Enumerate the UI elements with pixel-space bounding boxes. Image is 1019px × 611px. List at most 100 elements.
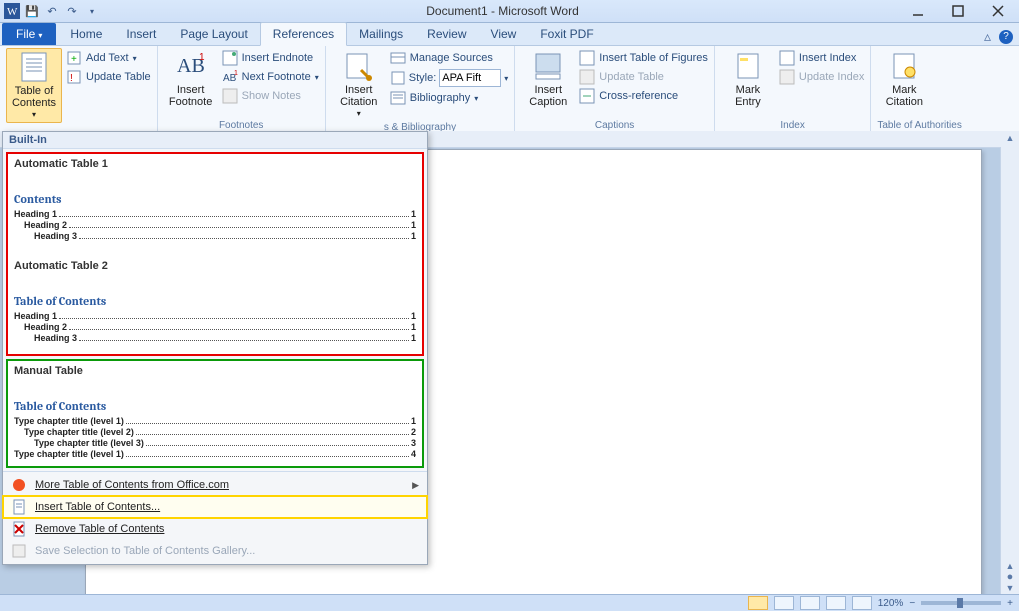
qat-dropdown-icon[interactable]: ▾ — [84, 3, 100, 19]
group-label-captions: Captions — [521, 119, 708, 131]
svg-text:1: 1 — [199, 52, 205, 63]
zoom-in-button[interactable]: + — [1007, 598, 1013, 609]
title-bar: W 💾 ↶ ↷ ▾ Document1 - Microsoft Word — [0, 0, 1019, 23]
group-label-footnotes: Footnotes — [164, 119, 319, 131]
group-label-toa: Table of Authorities — [877, 119, 962, 131]
save-icon[interactable]: 💾 — [24, 3, 40, 19]
toc-builtin-automatic: Automatic Table 1 Contents Heading 11Hea… — [6, 152, 424, 356]
toc-preview-line: Type chapter title (level 1)4 — [14, 449, 416, 459]
remove-icon — [11, 521, 27, 537]
document-icon — [11, 499, 27, 515]
insert-table-of-figures-button[interactable]: Insert Table of Figures — [579, 50, 708, 66]
cross-reference-button[interactable]: Cross-reference — [579, 88, 708, 104]
tab-review[interactable]: Review — [415, 23, 478, 45]
insert-caption-button[interactable]: Insert Caption — [521, 48, 575, 110]
submenu-arrow-icon: ▶ — [412, 480, 419, 491]
toc-preview-line: Heading 31 — [14, 333, 416, 343]
toc-insert-button[interactable]: Insert Table of Contents... — [3, 496, 427, 518]
tab-view[interactable]: View — [479, 23, 529, 45]
update-captions-table-button: Update Table — [579, 69, 708, 85]
svg-text:W: W — [7, 6, 18, 18]
window-controls — [905, 3, 1015, 19]
group-footnotes: AB1 Insert Footnote Insert Endnote AB1Ne… — [158, 46, 326, 132]
save-selection-icon — [11, 543, 27, 559]
view-outline-button[interactable] — [826, 596, 846, 610]
ribbon-tabs: File▾ Home Insert Page Layout References… — [0, 23, 1019, 46]
office-icon — [11, 477, 27, 493]
help-icon[interactable]: ? — [999, 30, 1013, 44]
style-input[interactable] — [439, 69, 501, 87]
toc-menu: More Table of Contents from Office.com ▶… — [3, 471, 427, 564]
view-draft-button[interactable] — [852, 596, 872, 610]
tab-mailings[interactable]: Mailings — [347, 23, 415, 45]
zoom-out-button[interactable]: − — [909, 598, 915, 609]
add-text-button[interactable]: +Add Text ▾ — [66, 50, 151, 66]
toc-preview-line: Heading 21 — [14, 220, 416, 230]
tab-page-layout[interactable]: Page Layout — [168, 23, 259, 45]
redo-icon[interactable]: ↷ — [64, 3, 80, 19]
view-print-layout-button[interactable] — [748, 596, 768, 610]
group-citations: Insert Citation▾ Manage Sources Style:▾ … — [326, 46, 516, 132]
tab-insert[interactable]: Insert — [114, 23, 168, 45]
insert-endnote-button[interactable]: Insert Endnote — [222, 50, 319, 66]
toc-preview-line: Type chapter title (level 3)3 — [14, 438, 416, 448]
ribbon: Table of Contents▾ +Add Text ▾ !Update T… — [0, 46, 1019, 133]
tab-home[interactable]: Home — [58, 23, 114, 45]
table-of-contents-button[interactable]: Table of Contents▾ — [6, 48, 62, 123]
toc-preview-line: Heading 11 — [14, 209, 416, 219]
close-button[interactable] — [985, 3, 1011, 19]
citation-style-select[interactable]: Style:▾ — [390, 69, 509, 87]
toc-option-auto1[interactable]: Automatic Table 1 Contents Heading 11Hea… — [14, 158, 416, 241]
quick-access-toolbar: W 💾 ↶ ↷ ▾ — [4, 3, 100, 19]
view-web-layout-button[interactable] — [800, 596, 820, 610]
insert-index-button[interactable]: Insert Index — [779, 50, 864, 66]
word-icon: W — [4, 3, 20, 19]
next-footnote-button[interactable]: AB1Next Footnote ▾ — [222, 69, 319, 85]
group-captions: Insert Caption Insert Table of Figures U… — [515, 46, 715, 132]
object-browse-up-icon[interactable]: ▲ — [1006, 561, 1015, 571]
toc-preview-line: Heading 21 — [14, 322, 416, 332]
toc-save-selection-button: Save Selection to Table of Contents Gall… — [3, 540, 427, 562]
tab-references[interactable]: References — [260, 22, 347, 46]
group-table-of-authorities: Mark Citation Table of Authorities — [871, 46, 968, 132]
minimize-ribbon-icon[interactable]: ▵ — [984, 28, 991, 45]
toc-option-manual[interactable]: Manual Table Table of Contents Type chap… — [6, 359, 424, 468]
update-table-button[interactable]: !Update Table — [66, 69, 151, 85]
svg-text:+: + — [71, 54, 77, 65]
toc-gallery-dropdown: Built-In Automatic Table 1 Contents Head… — [2, 131, 428, 565]
group-index: Mark Entry Insert Index Update Index Ind… — [715, 46, 871, 132]
toc-preview-line: Heading 31 — [14, 231, 416, 241]
window-title: Document1 - Microsoft Word — [100, 4, 905, 18]
toc-option-auto2[interactable]: Automatic Table 2 Table of Contents Head… — [14, 260, 416, 343]
toc-preview-line: Type chapter title (level 1)1 — [14, 416, 416, 426]
group-label-index: Index — [721, 119, 864, 131]
mark-citation-button[interactable]: Mark Citation — [877, 48, 931, 110]
show-notes-button: Show Notes — [222, 88, 319, 104]
bibliography-button[interactable]: Bibliography ▾ — [390, 90, 509, 106]
scroll-up-icon[interactable]: ▲ — [1006, 133, 1015, 143]
tab-file[interactable]: File▾ — [2, 23, 56, 45]
object-browse-icon[interactable]: ● — [1007, 571, 1014, 583]
toc-preview-line: Type chapter title (level 2)2 — [14, 427, 416, 437]
minimize-button[interactable] — [905, 3, 931, 19]
toc-more-office-button[interactable]: More Table of Contents from Office.com ▶ — [3, 474, 427, 496]
zoom-slider[interactable] — [921, 601, 1001, 605]
svg-text:!: ! — [70, 73, 73, 84]
mark-entry-button[interactable]: Mark Entry — [721, 48, 775, 110]
toc-remove-button[interactable]: Remove Table of Contents — [3, 518, 427, 540]
object-browse-down-icon[interactable]: ▼ — [1006, 583, 1015, 593]
insert-footnote-button[interactable]: AB1 Insert Footnote — [164, 48, 218, 110]
toc-preview-line: Heading 11 — [14, 311, 416, 321]
tab-foxit[interactable]: Foxit PDF — [528, 23, 605, 45]
vertical-scrollbar[interactable]: ▲ ▲ ● ▼ — [1000, 131, 1019, 595]
maximize-button[interactable] — [945, 3, 971, 19]
undo-icon[interactable]: ↶ — [44, 3, 60, 19]
group-table-of-contents: Table of Contents▾ +Add Text ▾ !Update T… — [0, 46, 158, 132]
zoom-level[interactable]: 120% — [878, 598, 904, 609]
insert-citation-button[interactable]: Insert Citation▾ — [332, 48, 386, 121]
view-full-screen-button[interactable] — [774, 596, 794, 610]
toc-gallery-header: Built-In — [3, 132, 427, 149]
svg-text:1: 1 — [234, 70, 238, 77]
manage-sources-button[interactable]: Manage Sources — [390, 50, 509, 66]
status-bar: 120% − + — [0, 594, 1019, 611]
